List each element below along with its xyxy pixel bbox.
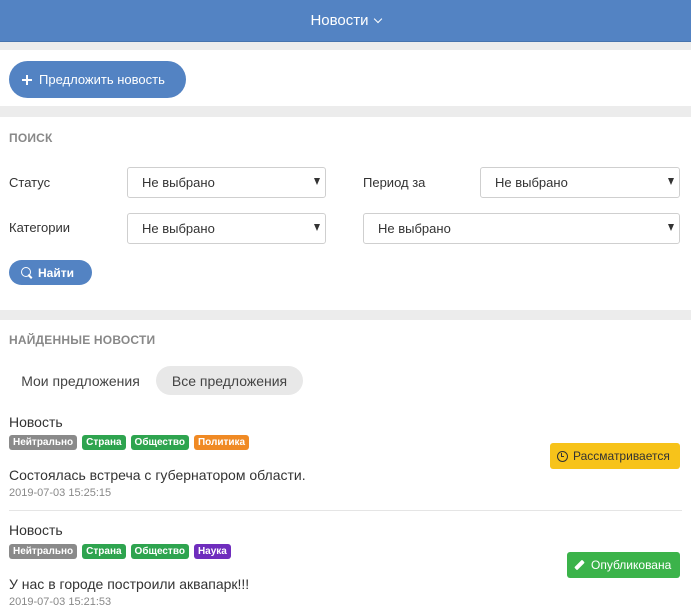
status-select[interactable]: Не выбрано [127,167,326,198]
chevron-down-icon[interactable] [373,14,382,23]
divider [9,510,682,511]
news-item-badges: Нейтрально Страна Общество Наука [9,544,231,559]
tab-all-suggestions-label: Все предложения [171,372,288,389]
search-icon [21,267,32,278]
badge-category: Страна [82,435,126,450]
page-title[interactable]: Новости [310,12,368,29]
tab-all-suggestions[interactable]: Все предложения [156,366,303,395]
found-news-title: НАЙДЕННЫЕ НОВОСТИ [9,333,156,347]
caret-down-icon [314,178,320,185]
find-button[interactable]: Найти [9,260,92,285]
caret-down-icon [668,224,674,231]
suggest-panel: Предложить новость [0,50,691,106]
news-item-type: Новость [9,414,63,430]
status-badge: Рассматривается [550,443,680,469]
news-item-date: 2019-07-03 15:21:53 [9,596,112,608]
badge-category: Общество [130,435,189,450]
status-badge-label: Рассматривается [573,449,670,463]
period-select[interactable]: Не выбрано [480,167,680,198]
badge-tone: Нейтрально [9,544,78,559]
status-badge: Опубликована [567,552,680,578]
search-title: ПОИСК [9,131,53,145]
badge-category: Общество [130,544,189,559]
categories-label: Категории [9,220,70,235]
pencil-icon [574,559,585,571]
subcategories-select-value: Не выбрано [378,221,451,236]
news-item-text: Состоялась встреча с губернатором област… [9,467,306,483]
plus-icon [22,74,32,85]
tab-my-suggestions-label: Мои предложения [21,372,140,389]
caret-down-icon [668,178,674,185]
categories-select-value: Не выбрано [142,221,215,236]
find-button-label: Найти [38,265,74,280]
status-badge-label: Опубликована [591,558,672,572]
suggest-news-button[interactable]: Предложить новость [9,61,186,98]
news-item-text: У нас в городе построили аквапарк!!! [9,576,250,592]
badge-category: Наука [193,544,231,559]
news-item-date: 2019-07-03 15:25:15 [9,487,112,499]
badge-tone: Нейтрально [9,435,78,450]
suggest-news-label: Предложить новость [39,72,165,87]
badge-category: Страна [82,544,126,559]
period-label: Период за [363,175,426,190]
status-select-value: Не выбрано [142,175,215,190]
news-item-badges: Нейтрально Страна Общество Политика [9,435,250,450]
caret-down-icon [314,224,320,231]
tab-my-suggestions[interactable]: Мои предложения [9,366,152,395]
badge-category: Политика [193,435,250,450]
subcategories-select[interactable]: Не выбрано [363,213,680,244]
news-item-type: Новость [9,522,63,538]
top-bar: Новости [0,0,691,42]
status-label: Статус [9,175,51,190]
categories-select[interactable]: Не выбрано [127,213,326,244]
found-news-panel: НАЙДЕННЫЕ НОВОСТИ Мои предложения Все пр… [0,320,691,615]
clock-icon [557,450,568,462]
period-select-value: Не выбрано [495,175,568,190]
search-panel: ПОИСК Статус Не выбрано Период за Не выб… [0,117,691,310]
